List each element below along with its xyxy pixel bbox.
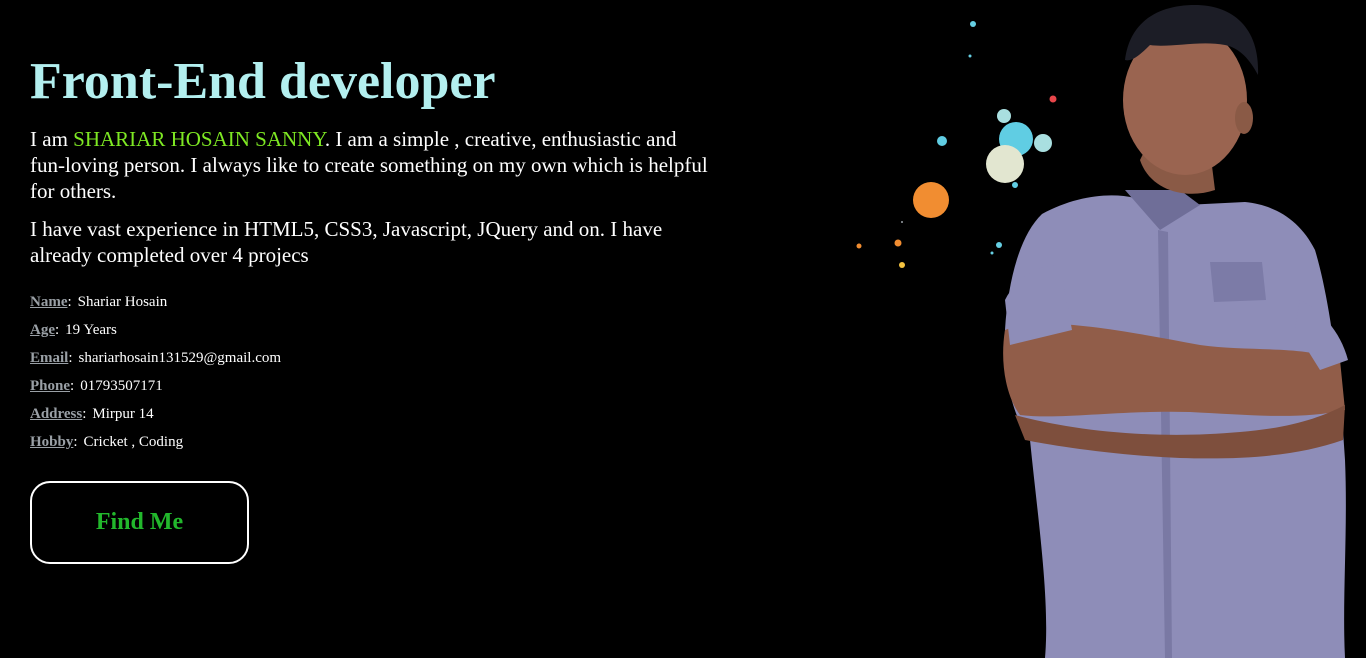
info-colon: : <box>68 350 73 366</box>
info-label: Name <box>30 294 68 310</box>
info-label: Address <box>30 406 83 422</box>
intro-paragraph: I am SHARIAR HOSAIN SANNY. I am a simple… <box>30 126 710 204</box>
info-label: Age <box>30 322 55 338</box>
decorative-bubbles <box>856 21 1057 268</box>
info-value: Shariar Hosain <box>77 294 168 310</box>
info-value: shariarhosain131529@gmail.com <box>78 350 282 366</box>
info-colon: : <box>82 406 87 422</box>
info-colon: : <box>55 322 60 338</box>
person-figure <box>1003 5 1348 658</box>
intro-section: Front-End developer I am SHARIAR HOSAIN … <box>30 50 710 460</box>
info-list: Name: Shariar Hosain Age: 19 Years Email: s… <box>30 292 710 452</box>
portrait-illustration <box>856 5 1348 658</box>
info-value: Mirpur 14 <box>92 406 154 422</box>
info-row-name: Name: Shariar Hosain <box>30 292 710 312</box>
info-label: Email <box>30 350 69 366</box>
info-label: Phone <box>30 378 71 394</box>
page-title: Front-End developer <box>30 53 496 110</box>
info-row-hobby: Hobby: Cricket , Coding <box>30 432 710 452</box>
info-row-age: Age: 19 Years <box>30 320 710 340</box>
info-row-phone: Phone: 01793507171 <box>30 376 710 396</box>
intro-name: SHARIAR HOSAIN SANNY <box>73 127 325 151</box>
info-colon: : <box>67 294 72 310</box>
experience-paragraph: I have vast experience in HTML5, CSS3, J… <box>30 217 663 267</box>
info-colon: : <box>73 434 78 450</box>
info-value: Cricket , Coding <box>83 434 184 450</box>
info-value: 19 Years <box>65 322 117 338</box>
info-row-email: Email: shariarhosain131529@gmail.com <box>30 348 710 368</box>
info-row-address: Address: Mirpur 14 <box>30 404 710 424</box>
info-value: 01793507171 <box>80 378 163 394</box>
info-label: Hobby <box>30 434 74 450</box>
find-me-button[interactable]: Find Me <box>30 481 249 564</box>
info-colon: : <box>70 378 75 394</box>
intro-prefix: I am <box>30 127 74 151</box>
